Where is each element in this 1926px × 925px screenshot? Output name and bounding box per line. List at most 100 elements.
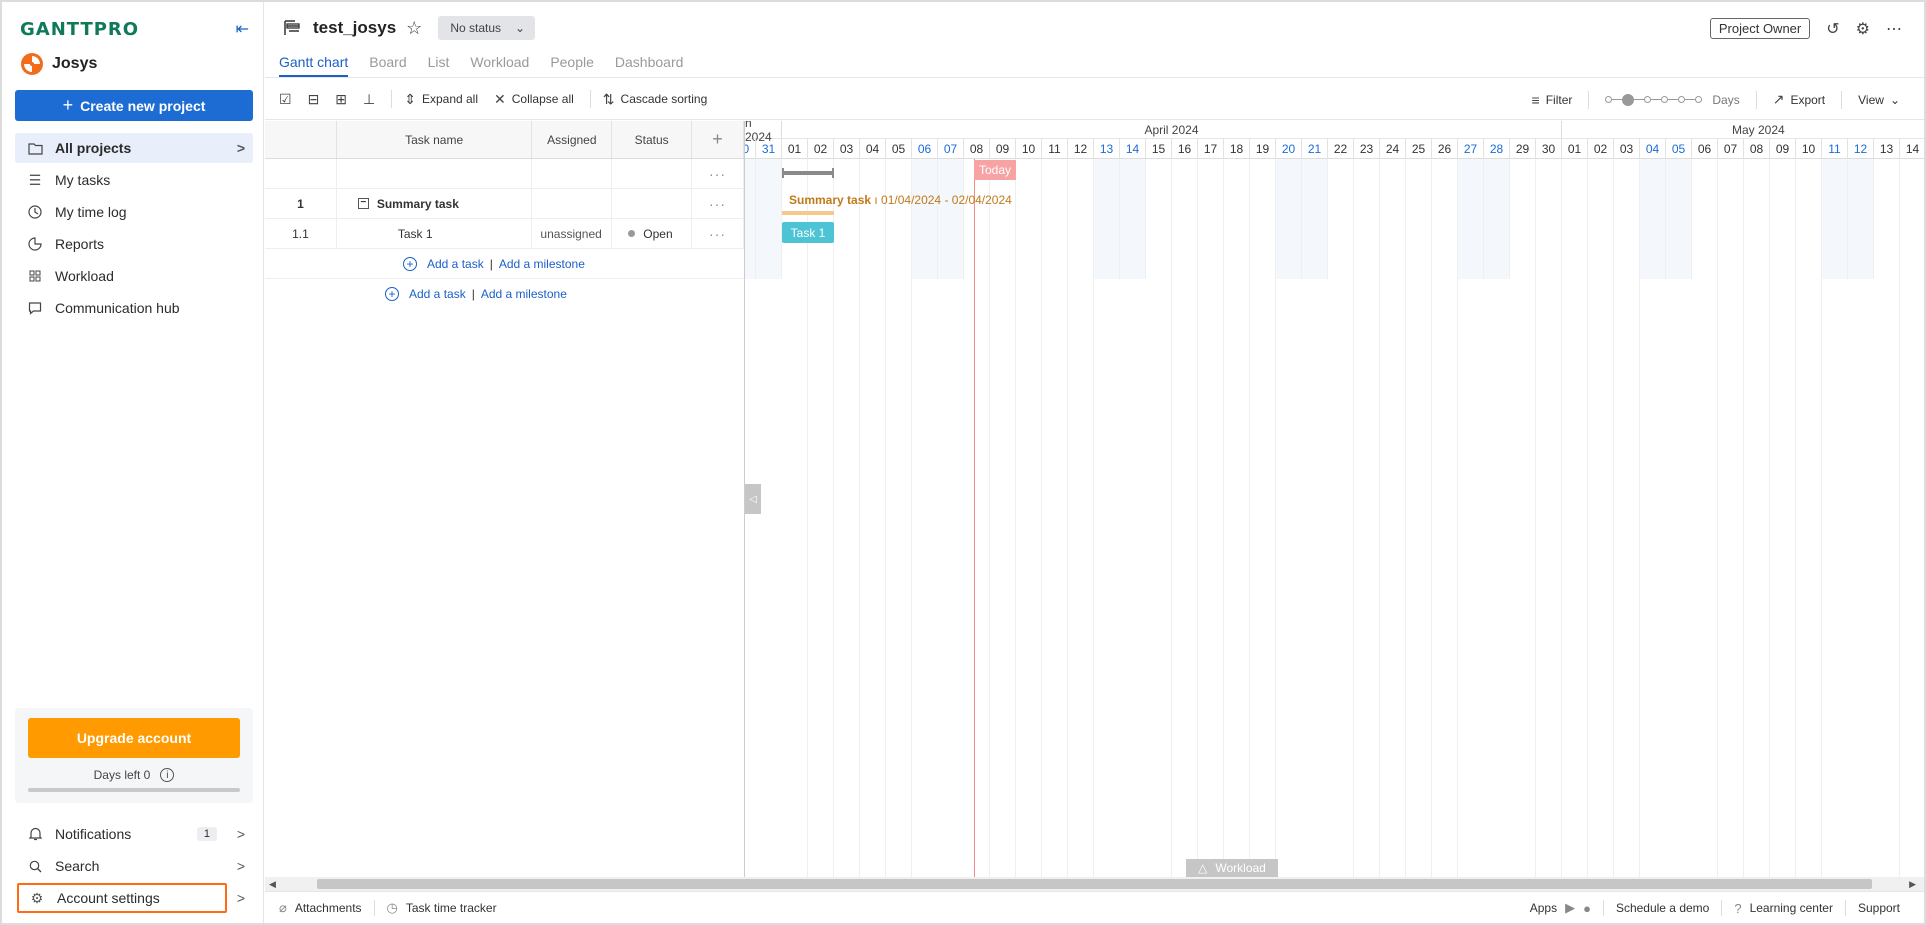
gantt-timeline[interactable]: h 2024April 2024May 2024 303101020304050… bbox=[745, 121, 1924, 877]
task-status: Open bbox=[643, 226, 673, 241]
apple-icon[interactable]: ● bbox=[1583, 901, 1591, 916]
add-task-link[interactable]: Add a task bbox=[409, 287, 466, 301]
day-label: 11 bbox=[1042, 139, 1068, 159]
add-circle-icon[interactable]: + bbox=[403, 256, 417, 271]
sidebar-item-account-settings[interactable]: ⚙ Account settings > bbox=[15, 883, 253, 913]
export-button[interactable]: ↗ Export bbox=[1773, 91, 1825, 108]
collapse-sidebar-icon[interactable]: ⇤ bbox=[236, 19, 249, 39]
task-name[interactable]: Summary task bbox=[377, 197, 459, 211]
tab-board[interactable]: Board bbox=[369, 54, 406, 77]
gear-icon[interactable]: ⚙ bbox=[1856, 19, 1870, 39]
add-column-button[interactable]: + bbox=[692, 121, 744, 158]
more-icon[interactable]: ⋯ bbox=[1886, 19, 1902, 39]
workload-panel-toggle[interactable]: △ Workload bbox=[1186, 859, 1278, 877]
sidebar-item-workload[interactable]: Workload bbox=[15, 261, 253, 291]
day-label: 13 bbox=[1874, 139, 1900, 159]
horizontal-scrollbar[interactable]: ◀ ▶ bbox=[265, 877, 1924, 891]
filter-button[interactable]: ≡ Filter bbox=[1532, 92, 1573, 108]
project-row[interactable]: ··· bbox=[265, 159, 744, 189]
project-title[interactable]: test_josys bbox=[313, 18, 396, 38]
apps-link[interactable]: Apps ▶ ● bbox=[1518, 900, 1603, 916]
sidebar-item-my-time-log[interactable]: My time log bbox=[15, 197, 253, 227]
create-new-project-button[interactable]: + Create new project bbox=[15, 90, 253, 121]
workspace-switcher[interactable]: Josys bbox=[20, 52, 97, 76]
project-summary-bar[interactable] bbox=[782, 168, 834, 178]
row-more-icon[interactable]: ··· bbox=[692, 159, 744, 188]
column-task-name[interactable]: Task name bbox=[337, 121, 533, 158]
info-icon[interactable]: i bbox=[160, 768, 175, 782]
row-more-icon[interactable]: ··· bbox=[692, 219, 744, 248]
tab-workload[interactable]: Workload bbox=[470, 54, 529, 77]
scroll-left-icon[interactable]: ◀ bbox=[269, 877, 276, 891]
view-dropdown[interactable]: View ⌄ bbox=[1858, 93, 1900, 107]
indent-button[interactable]: ⊟ bbox=[308, 91, 320, 108]
add-milestone-link[interactable]: Add a milestone bbox=[481, 287, 567, 301]
sidebar-item-all-projects[interactable]: All projects > bbox=[15, 133, 253, 163]
toolbar-divider bbox=[589, 90, 591, 108]
add-circle-icon[interactable]: + bbox=[385, 287, 399, 301]
task-name[interactable]: Task 1 bbox=[398, 227, 433, 241]
day-column bbox=[1484, 159, 1510, 279]
star-icon[interactable]: ☆ bbox=[406, 18, 422, 39]
day-label: 23 bbox=[1354, 139, 1380, 159]
cascade-sorting-button[interactable]: ⇅ Cascade sorting bbox=[603, 91, 707, 108]
day-label: 13 bbox=[1094, 139, 1120, 159]
sidebar-item-my-tasks[interactable]: ☰ My tasks bbox=[15, 165, 253, 195]
schedule-demo-link[interactable]: Schedule a demo bbox=[1604, 901, 1721, 915]
google-play-icon[interactable]: ▶ bbox=[1565, 900, 1575, 916]
collapse-grid-handle[interactable]: ◁ bbox=[745, 484, 761, 514]
task-bar[interactable]: Task 1 bbox=[782, 222, 834, 243]
table-row[interactable]: 1.1 Task 1 unassigned Open ··· bbox=[265, 219, 744, 249]
tab-people[interactable]: People bbox=[550, 54, 594, 77]
add-milestone-link[interactable]: Add a milestone bbox=[499, 257, 585, 271]
support-link[interactable]: Support bbox=[1846, 901, 1912, 915]
collapse-group-icon[interactable]: − bbox=[357, 198, 369, 209]
scroll-right-icon[interactable]: ▶ bbox=[1909, 877, 1916, 891]
add-task-link[interactable]: Add a task bbox=[427, 257, 484, 271]
zoom-slider-knob[interactable] bbox=[1622, 93, 1635, 106]
task-assigned[interactable] bbox=[532, 189, 613, 218]
learning-center-link[interactable]: ? Learning center bbox=[1722, 901, 1845, 916]
attachments-button[interactable]: ⌀ Attachments bbox=[279, 900, 374, 916]
summary-task-bar[interactable] bbox=[782, 211, 834, 215]
column-status[interactable]: Status bbox=[612, 121, 693, 158]
day-column bbox=[1094, 159, 1120, 279]
expand-all-button[interactable]: ⇕ Expand all bbox=[404, 91, 478, 108]
day-column bbox=[1692, 159, 1718, 877]
task-status[interactable] bbox=[612, 189, 693, 218]
toolbar-right: ≡ Filter Days ↗ Export View ⌄ bbox=[1532, 79, 1900, 120]
row-more-icon[interactable]: ··· bbox=[692, 189, 744, 218]
account-settings-highlight[interactable]: ⚙ Account settings bbox=[17, 883, 227, 913]
table-row[interactable]: 1 − Summary task ··· bbox=[265, 189, 744, 219]
day-column bbox=[1562, 159, 1588, 877]
critical-path-button[interactable]: ⊥ bbox=[363, 91, 375, 108]
task-assigned[interactable]: unassigned bbox=[532, 219, 613, 248]
sidebar-item-search[interactable]: Search > bbox=[15, 851, 253, 881]
day-column bbox=[1042, 159, 1068, 877]
day-label: 12 bbox=[1848, 139, 1874, 159]
upgrade-account-button[interactable]: Upgrade account bbox=[28, 718, 240, 758]
tab-list[interactable]: List bbox=[428, 54, 450, 77]
project-status-dropdown[interactable]: No status ⌄ bbox=[438, 16, 536, 40]
day-column bbox=[1822, 159, 1848, 279]
zoom-slider[interactable]: Days bbox=[1605, 93, 1740, 107]
task-time-tracker-button[interactable]: ◷ Task time tracker bbox=[375, 900, 509, 916]
scrollbar-thumb[interactable] bbox=[317, 879, 1872, 889]
chat-icon bbox=[27, 300, 43, 316]
day-column bbox=[912, 159, 938, 279]
dependencies-button[interactable]: ⊞ bbox=[335, 91, 347, 108]
history-icon[interactable]: ↺ bbox=[1826, 19, 1839, 39]
collapse-all-button[interactable]: ✕ Collapse all bbox=[494, 91, 574, 108]
select-tasks-button[interactable]: ☑ bbox=[279, 91, 292, 108]
sidebar-item-label: My time log bbox=[55, 204, 127, 220]
sidebar-item-communication-hub[interactable]: Communication hub bbox=[15, 293, 253, 323]
tab-dashboard[interactable]: Dashboard bbox=[615, 54, 684, 77]
sidebar-item-reports[interactable]: Reports bbox=[15, 229, 253, 259]
column-assigned[interactable]: Assigned bbox=[532, 121, 613, 158]
sidebar-item-notifications[interactable]: Notifications 1 > bbox=[15, 819, 253, 849]
day-label: 14 bbox=[1900, 139, 1924, 159]
month-label: May 2024 bbox=[1562, 121, 1924, 139]
tab-gantt-chart[interactable]: Gantt chart bbox=[279, 54, 349, 77]
day-column bbox=[1068, 159, 1094, 877]
task-status-cell[interactable]: Open bbox=[612, 219, 693, 248]
